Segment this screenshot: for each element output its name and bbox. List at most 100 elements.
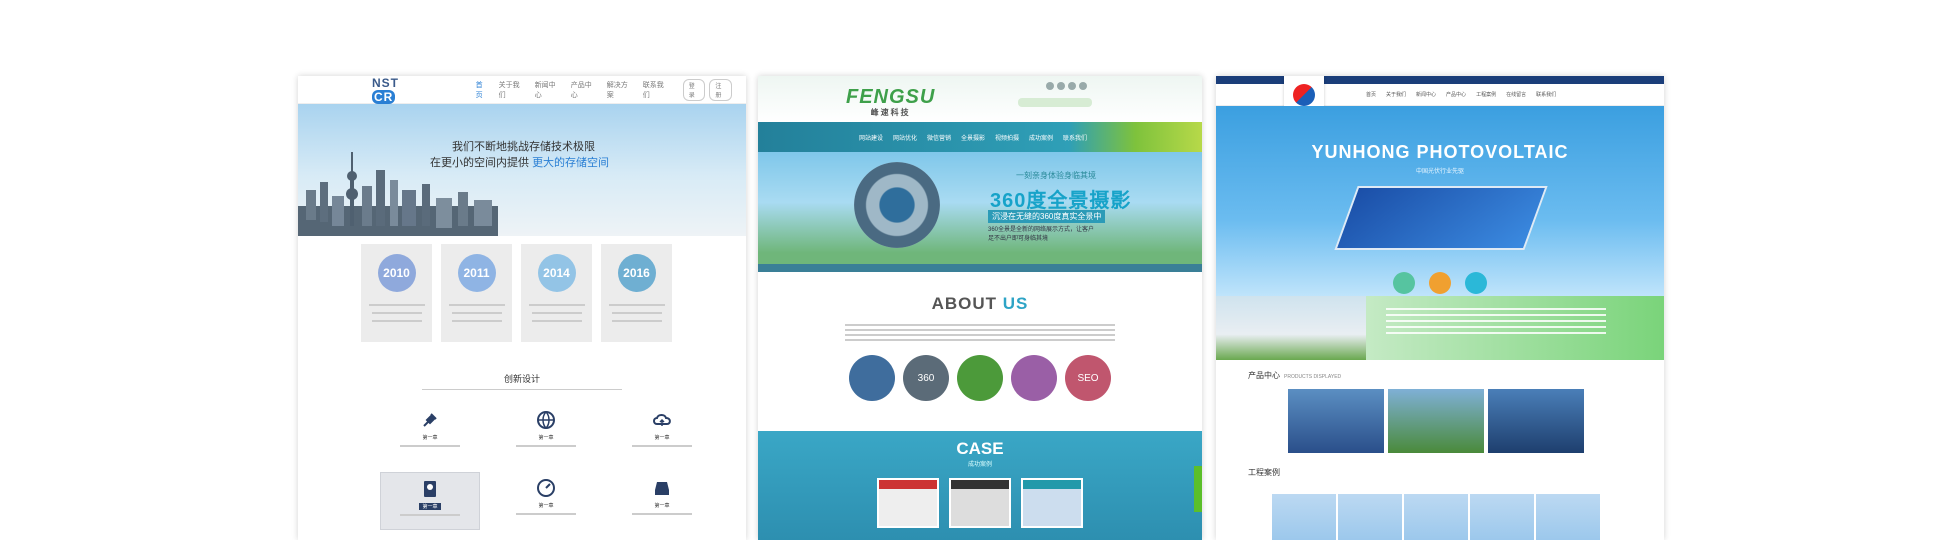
solar-panel-image <box>1334 186 1548 250</box>
monitor-icon[interactable] <box>957 355 1003 401</box>
nav-item[interactable]: 关于我们 <box>1386 91 1406 98</box>
feature-label: 第一章 <box>654 503 670 509</box>
text-line <box>371 320 422 322</box>
register-button[interactable]: 注册 <box>709 78 732 101</box>
text-line <box>451 312 502 314</box>
case-section: CASE 成功案例 <box>758 431 1202 540</box>
case-thumbnail[interactable] <box>1470 494 1534 540</box>
timeline-card[interactable]: 2010 <box>361 244 432 342</box>
text-line <box>531 320 582 322</box>
feature-item-selected[interactable]: 第一章 <box>380 472 480 530</box>
social-icons <box>1046 82 1087 90</box>
timeline-card[interactable]: 2014 <box>521 244 592 342</box>
text-line <box>845 339 1115 341</box>
text-line <box>448 304 505 306</box>
social-icon[interactable] <box>1068 82 1076 90</box>
text-line <box>516 445 576 447</box>
carousel-dots-band <box>758 264 1202 272</box>
timeline-card[interactable]: 2011 <box>441 244 512 342</box>
site-logo[interactable]: FENGSU 峰速科技 <box>846 86 935 118</box>
case-thumbnail[interactable] <box>1272 494 1336 540</box>
website-preview-fengsu[interactable]: FENGSU 峰速科技 网站建设 网站优化 微信营销 全景摄影 视频拍摄 成功案例… <box>758 76 1202 540</box>
nav-item[interactable]: 新闻中心 <box>535 80 561 100</box>
feature-item[interactable]: 第一章 <box>612 472 712 530</box>
seo-icon[interactable]: SEO <box>1065 355 1111 401</box>
nav-item[interactable]: 成功案例 <box>1024 133 1058 142</box>
nav-item[interactable]: 联系我们 <box>643 80 669 100</box>
text-line <box>845 324 1115 326</box>
feature-item[interactable]: 第一章 <box>496 404 596 462</box>
main-menu: 网站建设 网站优化 微信营销 全景摄影 视频拍摄 成功案例 联系我们 <box>758 122 1202 152</box>
mobile-phone-icon[interactable] <box>1011 355 1057 401</box>
social-icon[interactable] <box>1046 82 1054 90</box>
text-line <box>371 312 422 314</box>
text-line <box>1386 320 1606 322</box>
case-thumbnail[interactable] <box>877 478 939 528</box>
feature-dot[interactable] <box>1429 272 1451 294</box>
text-line <box>845 334 1115 336</box>
nav-item[interactable]: 首页 <box>1366 91 1376 98</box>
wechat-icon[interactable] <box>849 355 895 401</box>
product-thumbnail[interactable] <box>1488 389 1584 453</box>
about-text <box>845 324 1115 341</box>
timeline-card[interactable]: 2016 <box>601 244 672 342</box>
text-line <box>531 312 582 314</box>
plug-icon <box>423 413 437 427</box>
nav-item[interactable]: 全景摄影 <box>956 133 990 142</box>
nav-item[interactable]: 联系我们 <box>1058 133 1092 142</box>
social-icon[interactable] <box>1079 82 1087 90</box>
nav-item[interactable]: 工程案例 <box>1476 91 1496 98</box>
nav-item[interactable]: 在线留言 <box>1506 91 1526 98</box>
nav-item[interactable]: 关于我们 <box>499 80 525 100</box>
website-preview-storage[interactable]: NSTCR 首页 关于我们 新闻中心 产品中心 解决方案 联系我们 登录 注册 <box>298 76 746 540</box>
hero-subtitle: 中国光伏行业先驱 <box>1415 169 1464 175</box>
nav-item[interactable]: 解决方案 <box>607 80 633 100</box>
nav-item[interactable]: 产品中心 <box>1446 91 1466 98</box>
feature-label: 第一章 <box>419 503 441 510</box>
banner-tagline: 一刻亲身体验身临其境 <box>1016 171 1096 180</box>
nav-item[interactable]: 联系我们 <box>1536 91 1556 98</box>
product-thumbnail[interactable] <box>1388 389 1484 453</box>
side-tab[interactable] <box>1194 466 1202 512</box>
engineering-heading: 工程案例 <box>1248 468 1280 477</box>
feature-item[interactable]: 第一章 <box>380 404 480 462</box>
feature-dot[interactable] <box>1465 272 1487 294</box>
search-input[interactable] <box>1018 98 1092 107</box>
top-nav: NSTCR 首页 关于我们 新闻中心 产品中心 解决方案 联系我们 登录 注册 <box>298 76 746 104</box>
text-line <box>632 445 692 447</box>
login-button[interactable]: 登录 <box>682 78 706 101</box>
divider <box>422 389 622 390</box>
nav-item[interactable]: 首页 <box>476 80 489 100</box>
case-thumbnail[interactable] <box>1404 494 1468 540</box>
case-thumbnail[interactable] <box>1021 478 1083 528</box>
factory-image <box>1216 296 1366 360</box>
product-thumbnail[interactable] <box>1288 389 1384 453</box>
banner-title: 360度全景摄影 <box>990 190 1132 212</box>
nav-item[interactable]: 新闻中心 <box>1416 91 1436 98</box>
feature-label: 第一章 <box>538 503 554 509</box>
case-thumbnail[interactable] <box>1536 494 1600 540</box>
feature-label: 第一章 <box>422 435 438 441</box>
case-thumbnail[interactable] <box>1338 494 1402 540</box>
text-line <box>608 304 665 306</box>
panorama-360-icon[interactable]: 360 <box>903 355 949 401</box>
nav-item[interactable]: 视频拍摄 <box>990 133 1024 142</box>
text-line <box>400 514 460 516</box>
feature-item[interactable]: 第一章 <box>496 472 596 530</box>
feature-dot[interactable] <box>1393 272 1415 294</box>
feature-label: 第一章 <box>538 435 554 441</box>
speedometer-icon <box>537 479 555 497</box>
nav-item[interactable]: 网站优化 <box>888 133 922 142</box>
nav-item[interactable]: 网站建设 <box>854 133 888 142</box>
social-icon[interactable] <box>1057 82 1065 90</box>
feature-label: 第一章 <box>654 435 670 441</box>
site-logo[interactable]: NSTCR <box>372 76 420 104</box>
nav-item[interactable]: 产品中心 <box>571 80 597 100</box>
website-preview-yunhong[interactable]: 首页 关于我们 新闻中心 产品中心 工程案例 在线留言 联系我们 YUNHONG… <box>1216 76 1664 540</box>
text-line <box>845 329 1115 331</box>
feature-item[interactable]: 第一章 <box>612 404 712 462</box>
case-thumbnail[interactable] <box>949 478 1011 528</box>
banner-description: 360全景是全新的网络展示方式，让客户足不出户即可身临其境 <box>988 227 1095 242</box>
nav-item[interactable]: 微信营销 <box>922 133 956 142</box>
text-line <box>611 312 662 314</box>
